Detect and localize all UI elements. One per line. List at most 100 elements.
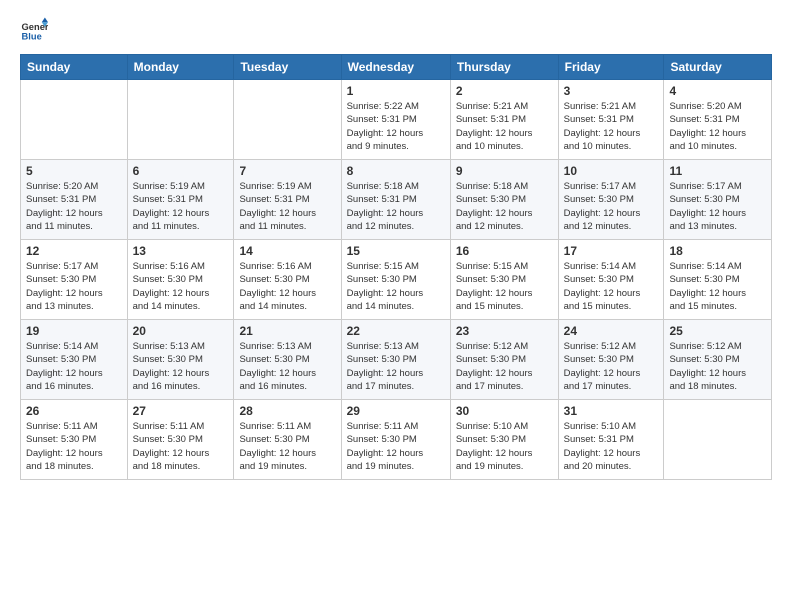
day-info: Sunrise: 5:20 AM Sunset: 5:31 PM Dayligh… [669, 100, 766, 153]
day-number: 2 [456, 84, 553, 98]
calendar-cell [664, 400, 772, 480]
weekday-header-monday: Monday [127, 55, 234, 80]
day-info: Sunrise: 5:13 AM Sunset: 5:30 PM Dayligh… [347, 340, 445, 393]
weekday-header-friday: Friday [558, 55, 664, 80]
calendar-cell: 5 Sunrise: 5:20 AM Sunset: 5:31 PM Daylig… [21, 160, 128, 240]
day-number: 28 [239, 404, 335, 418]
day-info: Sunrise: 5:15 AM Sunset: 5:30 PM Dayligh… [456, 260, 553, 313]
calendar-cell: 29 Sunrise: 5:11 AM Sunset: 5:30 PM Dayli… [341, 400, 450, 480]
calendar-cell: 17Sunrise: 5:14 AM Sunset: 5:30 PM Dayli… [558, 240, 664, 320]
day-info: Sunrise: 5:18 AM Sunset: 5:31 PM Dayligh… [347, 180, 445, 233]
calendar-cell: 3 Sunrise: 5:21 AM Sunset: 5:31 PM Daylig… [558, 80, 664, 160]
day-number: 7 [239, 164, 335, 178]
day-info: Sunrise: 5:21 AM Sunset: 5:31 PM Dayligh… [564, 100, 659, 153]
calendar-cell: 23 Sunrise: 5:12 AM Sunset: 5:30 PM Dayli… [450, 320, 558, 400]
day-info: Sunrise: 5:21 AM Sunset: 5:31 PM Dayligh… [456, 100, 553, 153]
day-info: Sunrise: 5:18 AM Sunset: 5:30 PM Dayligh… [456, 180, 553, 233]
calendar-week-1: 1 Sunrise: 5:22 AM Sunset: 5:31 PM Daylig… [21, 80, 772, 160]
day-number: 12 [26, 244, 122, 258]
day-number: 29 [347, 404, 445, 418]
day-info: Sunrise: 5:14 AM Sunset: 5:30 PM Dayligh… [26, 340, 122, 393]
calendar-cell: 21Sunrise: 5:13 AM Sunset: 5:30 PM Dayli… [234, 320, 341, 400]
day-info: Sunrise: 5:16 AM Sunset: 5:30 PM Dayligh… [133, 260, 229, 313]
day-info: Sunrise: 5:15 AM Sunset: 5:30 PM Dayligh… [347, 260, 445, 313]
day-info: Sunrise: 5:20 AM Sunset: 5:31 PM Dayligh… [26, 180, 122, 233]
day-number: 1 [347, 84, 445, 98]
day-number: 5 [26, 164, 122, 178]
day-info: Sunrise: 5:10 AM Sunset: 5:30 PM Dayligh… [456, 420, 553, 473]
day-info: Sunrise: 5:14 AM Sunset: 5:30 PM Dayligh… [669, 260, 766, 313]
day-number: 9 [456, 164, 553, 178]
weekday-header-sunday: Sunday [21, 55, 128, 80]
svg-text:Blue: Blue [22, 31, 42, 41]
day-info: Sunrise: 5:14 AM Sunset: 5:30 PM Dayligh… [564, 260, 659, 313]
weekday-header-saturday: Saturday [664, 55, 772, 80]
day-number: 16 [456, 244, 553, 258]
day-number: 8 [347, 164, 445, 178]
calendar-cell: 19 Sunrise: 5:14 AM Sunset: 5:30 PM Dayli… [21, 320, 128, 400]
day-number: 19 [26, 324, 122, 338]
day-info: Sunrise: 5:11 AM Sunset: 5:30 PM Dayligh… [347, 420, 445, 473]
logo-icon: General Blue [20, 16, 48, 44]
day-info: Sunrise: 5:11 AM Sunset: 5:30 PM Dayligh… [26, 420, 122, 473]
day-info: Sunrise: 5:12 AM Sunset: 5:30 PM Dayligh… [564, 340, 659, 393]
day-number: 23 [456, 324, 553, 338]
day-info: Sunrise: 5:11 AM Sunset: 5:30 PM Dayligh… [133, 420, 229, 473]
day-number: 15 [347, 244, 445, 258]
day-number: 3 [564, 84, 659, 98]
day-number: 22 [347, 324, 445, 338]
calendar-header-row: SundayMondayTuesdayWednesdayThursdayFrid… [21, 55, 772, 80]
day-info: Sunrise: 5:10 AM Sunset: 5:31 PM Dayligh… [564, 420, 659, 473]
calendar-cell: 22 Sunrise: 5:13 AM Sunset: 5:30 PM Dayli… [341, 320, 450, 400]
calendar-cell: 31 Sunrise: 5:10 AM Sunset: 5:31 PM Dayli… [558, 400, 664, 480]
day-info: Sunrise: 5:13 AM Sunset: 5:30 PM Dayligh… [133, 340, 229, 393]
logo: General Blue [20, 16, 52, 44]
day-number: 20 [133, 324, 229, 338]
calendar-cell: 18 Sunrise: 5:14 AM Sunset: 5:30 PM Dayli… [664, 240, 772, 320]
day-info: Sunrise: 5:22 AM Sunset: 5:31 PM Dayligh… [347, 100, 445, 153]
calendar-cell: 20 Sunrise: 5:13 AM Sunset: 5:30 PM Dayli… [127, 320, 234, 400]
calendar-cell: 7Sunrise: 5:19 AM Sunset: 5:31 PM Daylig… [234, 160, 341, 240]
calendar-cell: 4 Sunrise: 5:20 AM Sunset: 5:31 PM Daylig… [664, 80, 772, 160]
day-info: Sunrise: 5:17 AM Sunset: 5:30 PM Dayligh… [26, 260, 122, 313]
calendar-cell [234, 80, 341, 160]
calendar-week-5: 26 Sunrise: 5:11 AM Sunset: 5:30 PM Dayli… [21, 400, 772, 480]
calendar-table: SundayMondayTuesdayWednesdayThursdayFrid… [20, 54, 772, 480]
page: General Blue SundayMondayTuesdayWednesda… [0, 0, 792, 612]
day-number: 26 [26, 404, 122, 418]
day-number: 31 [564, 404, 659, 418]
weekday-header-thursday: Thursday [450, 55, 558, 80]
weekday-header-wednesday: Wednesday [341, 55, 450, 80]
day-info: Sunrise: 5:11 AM Sunset: 5:30 PM Dayligh… [239, 420, 335, 473]
day-info: Sunrise: 5:12 AM Sunset: 5:30 PM Dayligh… [456, 340, 553, 393]
calendar-cell: 28 Sunrise: 5:11 AM Sunset: 5:30 PM Dayli… [234, 400, 341, 480]
day-number: 27 [133, 404, 229, 418]
day-number: 4 [669, 84, 766, 98]
day-number: 10 [564, 164, 659, 178]
day-number: 30 [456, 404, 553, 418]
calendar-cell [127, 80, 234, 160]
calendar-cell: 13 Sunrise: 5:16 AM Sunset: 5:30 PM Dayli… [127, 240, 234, 320]
day-number: 21 [239, 324, 335, 338]
day-info: Sunrise: 5:12 AM Sunset: 5:30 PM Dayligh… [669, 340, 766, 393]
day-info: Sunrise: 5:19 AM Sunset: 5:31 PM Dayligh… [133, 180, 229, 233]
calendar-cell: 25 Sunrise: 5:12 AM Sunset: 5:30 PM Dayli… [664, 320, 772, 400]
day-number: 14 [239, 244, 335, 258]
calendar-week-3: 12 Sunrise: 5:17 AM Sunset: 5:30 PM Dayli… [21, 240, 772, 320]
calendar-cell: 27 Sunrise: 5:11 AM Sunset: 5:30 PM Dayli… [127, 400, 234, 480]
day-number: 6 [133, 164, 229, 178]
day-number: 13 [133, 244, 229, 258]
calendar-cell: 26 Sunrise: 5:11 AM Sunset: 5:30 PM Dayli… [21, 400, 128, 480]
calendar-cell: 24 Sunrise: 5:12 AM Sunset: 5:30 PM Dayli… [558, 320, 664, 400]
day-number: 24 [564, 324, 659, 338]
calendar-cell: 8 Sunrise: 5:18 AM Sunset: 5:31 PM Daylig… [341, 160, 450, 240]
calendar-cell: 9 Sunrise: 5:18 AM Sunset: 5:30 PM Daylig… [450, 160, 558, 240]
calendar-week-4: 19 Sunrise: 5:14 AM Sunset: 5:30 PM Dayli… [21, 320, 772, 400]
day-number: 25 [669, 324, 766, 338]
calendar-cell: 12 Sunrise: 5:17 AM Sunset: 5:30 PM Dayli… [21, 240, 128, 320]
calendar-cell [21, 80, 128, 160]
day-number: 18 [669, 244, 766, 258]
calendar-cell: 14Sunrise: 5:16 AM Sunset: 5:30 PM Dayli… [234, 240, 341, 320]
calendar-cell: 11Sunrise: 5:17 AM Sunset: 5:30 PM Dayli… [664, 160, 772, 240]
calendar-cell: 1 Sunrise: 5:22 AM Sunset: 5:31 PM Daylig… [341, 80, 450, 160]
